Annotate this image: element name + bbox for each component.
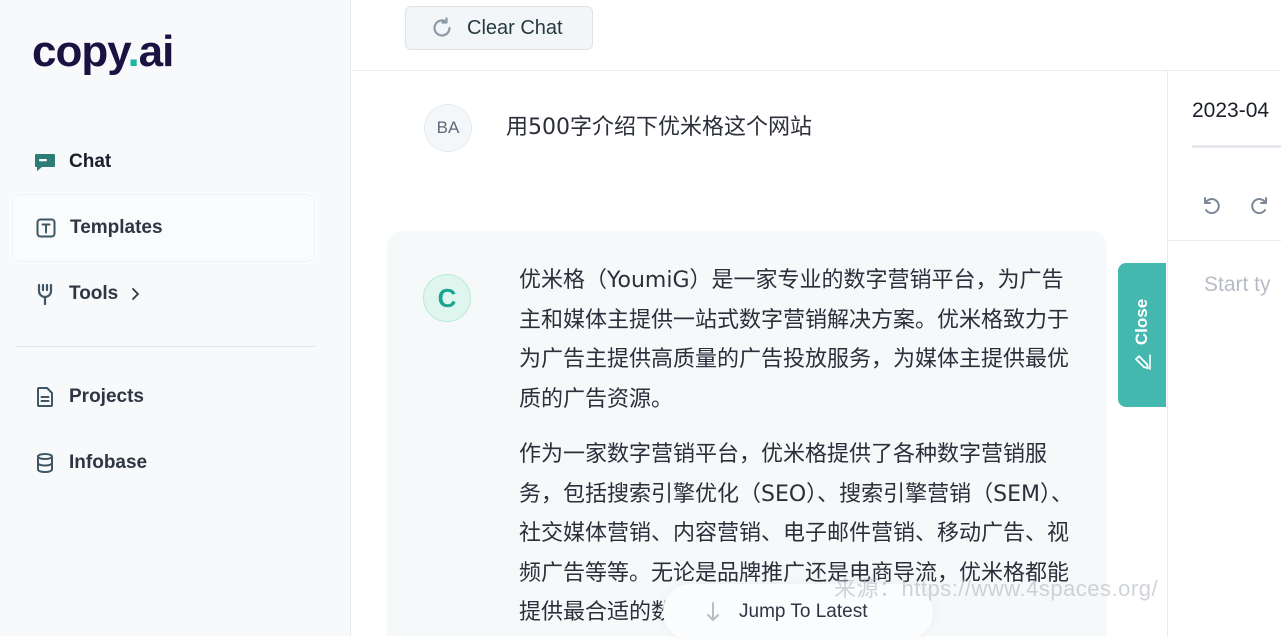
logo-tail: ai <box>138 27 175 76</box>
sidebar-item-templates[interactable]: Templates <box>12 194 315 262</box>
chat-thread: BA 用500字介绍下优米格这个网站 C 优米格（YoumiG）是一家专业的数字… <box>351 71 1167 636</box>
template-icon <box>34 216 58 240</box>
pencil-icon <box>1133 353 1151 371</box>
sidebar-item-label: Chat <box>69 151 112 172</box>
sidebar-item-projects[interactable]: Projects <box>12 363 315 431</box>
sidebar-item-label: Projects <box>69 386 144 407</box>
chat-bubble-icon <box>33 150 57 174</box>
sidebar-item-chat[interactable]: Chat <box>12 128 315 196</box>
editor-placeholder[interactable]: Start ty <box>1204 273 1271 297</box>
document-icon <box>33 385 57 409</box>
title-underline <box>1192 145 1281 148</box>
ai-avatar: C <box>423 274 471 322</box>
arrow-down-icon <box>705 600 721 624</box>
tools-icon <box>33 282 57 306</box>
close-tab-content: Close <box>1132 299 1152 371</box>
user-message: 用500字介绍下优米格这个网站 <box>506 115 812 140</box>
document-date-title[interactable]: 2023-04 <box>1192 99 1269 123</box>
ai-paragraph: 优米格（YoumiG）是一家专业的数字营销平台，为广告主和媒体主提供一站式数字营… <box>519 268 1070 412</box>
refresh-icon <box>430 16 454 40</box>
logo-dot: . <box>127 27 139 76</box>
chat-header: Clear Chat <box>351 0 1281 71</box>
user-avatar: BA <box>424 104 472 152</box>
close-tab-label: Close <box>1132 298 1151 346</box>
sidebar: copy.ai Chat Templates Tools Projects In… <box>0 0 351 636</box>
close-panel-tab[interactable]: Close <box>1118 263 1166 407</box>
redo-icon[interactable] <box>1248 193 1272 217</box>
logo-main: copy <box>32 27 128 76</box>
sidebar-item-label: Templates <box>70 217 163 238</box>
editor-panel: 2023-04 Start ty <box>1167 71 1281 636</box>
sidebar-item-label: Infobase <box>69 452 148 473</box>
jump-to-latest-label: Jump To Latest <box>739 601 868 622</box>
clear-chat-button[interactable]: Clear Chat <box>405 6 593 50</box>
sidebar-divider <box>16 346 315 347</box>
undo-icon[interactable] <box>1199 193 1223 217</box>
chevron-right-icon <box>128 287 142 301</box>
copyai-logo[interactable]: copy.ai <box>32 27 175 76</box>
sidebar-item-infobase[interactable]: Infobase <box>12 429 315 497</box>
watermark-text: 来源：https://www.4spaces.org/ <box>834 576 1159 601</box>
toolbar-divider <box>1168 240 1281 241</box>
database-icon <box>33 451 57 475</box>
sidebar-item-label: Tools <box>69 283 119 304</box>
sidebar-item-tools[interactable]: Tools <box>12 260 315 328</box>
clear-chat-label: Clear Chat <box>467 16 563 39</box>
